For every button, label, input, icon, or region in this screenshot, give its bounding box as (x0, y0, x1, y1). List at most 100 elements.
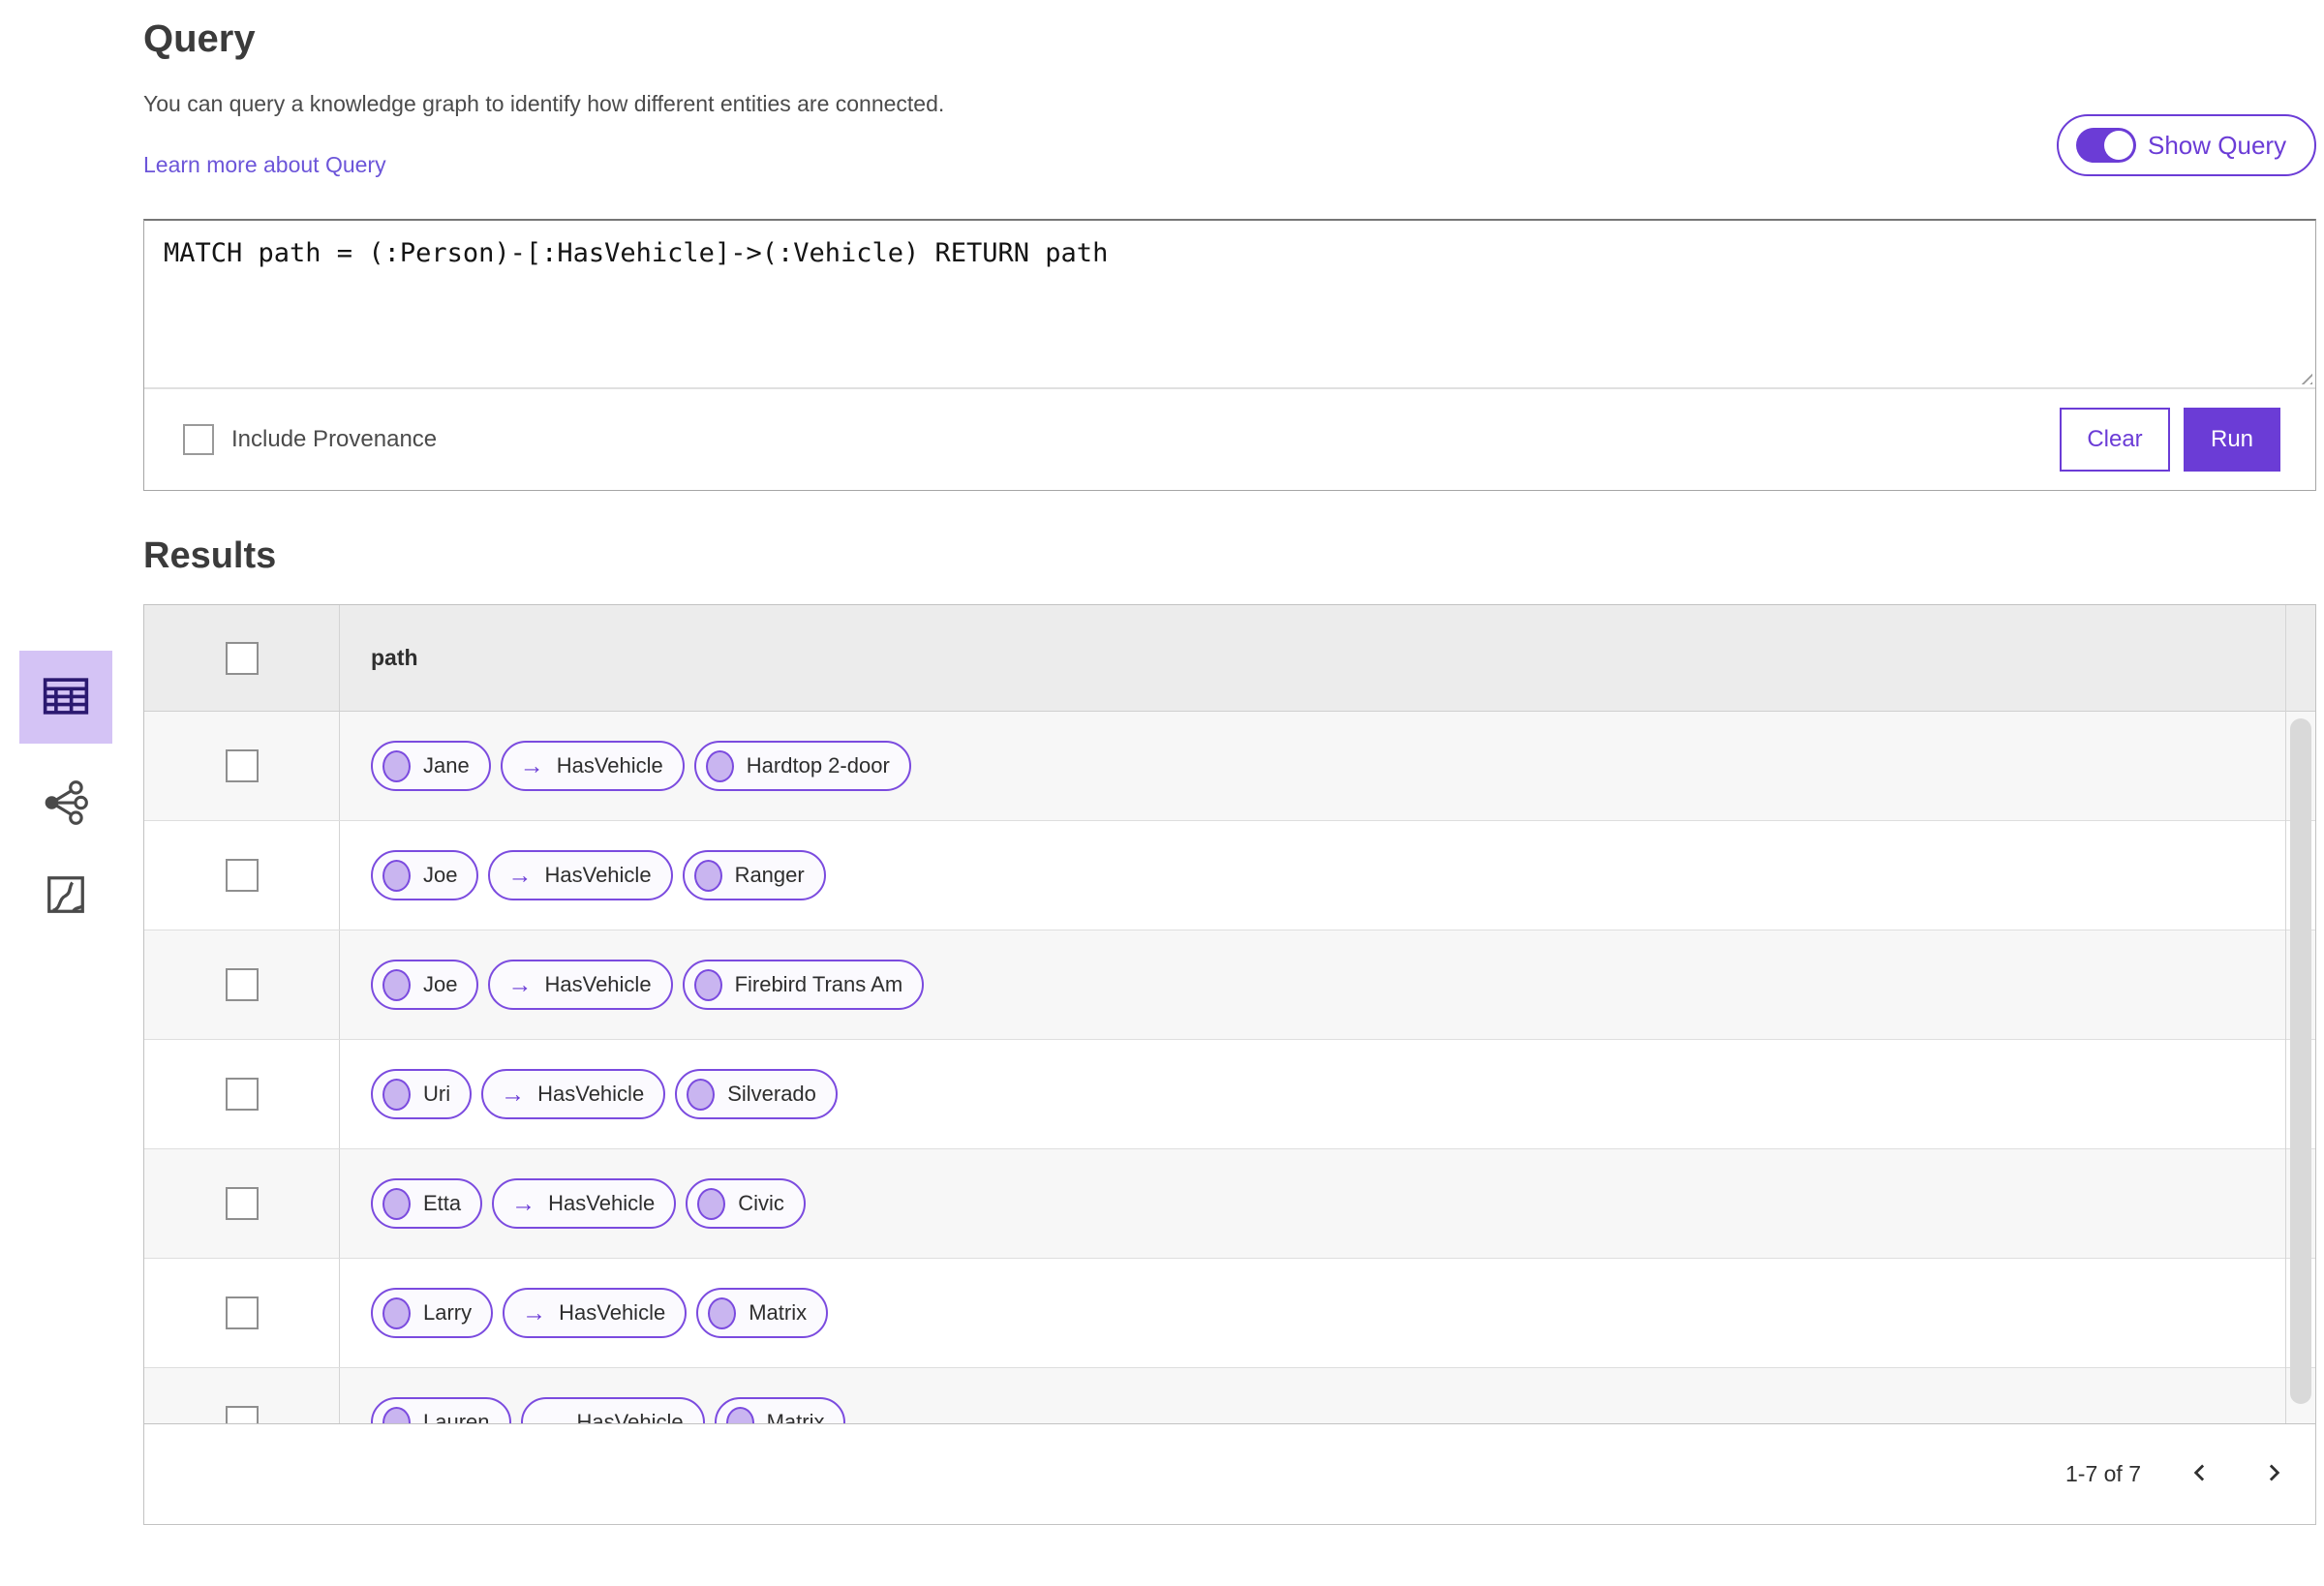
entity-pill-source[interactable]: Uri (371, 1069, 473, 1119)
entity-pill-source[interactable]: Etta (371, 1178, 483, 1229)
query-editor-wrap: MATCH path = (:Person)-[:HasVehicle]->(:… (144, 221, 2315, 389)
table-row: Joe → HasVehicle Firebird Trans Am (144, 930, 2315, 1040)
entity-label: Jane (423, 753, 470, 778)
query-input[interactable]: MATCH path = (:Person)-[:HasVehicle]->(:… (144, 221, 2315, 387)
node-circle-icon (697, 1187, 726, 1220)
scrollbar-thumb[interactable] (2290, 718, 2311, 1404)
relationship-pill[interactable]: → HasVehicle (503, 1288, 688, 1338)
entity-pill-target[interactable]: Matrix (714, 1397, 846, 1424)
row-select-cell (144, 1149, 340, 1258)
query-main: Query You can query a knowledge graph to… (143, 0, 2316, 1525)
node-circle-icon (382, 859, 411, 892)
relationship-label: HasVehicle (559, 1300, 666, 1325)
row-checkbox[interactable] (225, 1078, 259, 1111)
query-action-buttons: Clear Run (2060, 408, 2280, 472)
results-title: Results (143, 535, 277, 576)
row-select-cell (144, 1040, 340, 1148)
query-editor-footer: Include Provenance Clear Run (144, 389, 2315, 490)
include-provenance-label: Include Provenance (231, 426, 438, 452)
node-circle-icon (382, 1187, 411, 1220)
include-provenance-checkbox[interactable] (183, 424, 214, 455)
results-view-switcher (19, 651, 112, 920)
table-row: Joe → HasVehicle Ranger (144, 821, 2315, 930)
table-row: Lauren → HasVehicle Matrix (144, 1368, 2315, 1424)
entity-label: Uri (423, 1082, 451, 1106)
arrow-right-icon: → (539, 1408, 565, 1424)
link-chart-icon (42, 778, 90, 830)
entity-pill-source[interactable]: Larry (371, 1288, 494, 1338)
learn-more-link[interactable]: Learn more about Query (143, 152, 386, 178)
entity-pill-source[interactable]: Joe (371, 850, 479, 900)
entity-label: Matrix (749, 1300, 808, 1325)
map-icon (44, 872, 88, 920)
row-checkbox[interactable] (225, 968, 259, 1001)
select-all-cell (144, 605, 340, 711)
row-checkbox[interactable] (225, 1406, 259, 1423)
results-table-header: path (144, 605, 2315, 712)
entity-pill-target[interactable]: Silverado (675, 1069, 838, 1119)
map-view-button[interactable] (44, 872, 88, 920)
entity-pill-target[interactable]: Matrix (696, 1288, 829, 1338)
entity-pill-target[interactable]: Hardtop 2-door (693, 741, 911, 791)
node-circle-icon (382, 1406, 411, 1423)
relationship-pill[interactable]: → HasVehicle (488, 960, 673, 1010)
relationship-pill[interactable]: → HasVehicle (481, 1069, 666, 1119)
show-query-toggle[interactable]: Show Query (2057, 114, 2316, 176)
arrow-right-icon: → (522, 1298, 547, 1327)
entity-pill-target[interactable]: Civic (686, 1178, 806, 1229)
chevron-left-icon (2186, 1458, 2215, 1490)
entity-label: Silverado (727, 1082, 816, 1106)
path-column-header: path (371, 645, 418, 670)
node-circle-icon (693, 859, 722, 892)
entity-pill-target[interactable]: Firebird Trans Am (682, 960, 925, 1010)
run-button[interactable]: Run (2184, 408, 2280, 472)
relationship-pill[interactable]: → HasVehicle (520, 1397, 705, 1424)
node-circle-icon (382, 749, 411, 782)
relationship-label: HasVehicle (576, 1410, 684, 1424)
entity-label: Joe (423, 863, 458, 887)
row-select-cell (144, 930, 340, 1039)
row-checkbox[interactable] (225, 859, 259, 892)
row-checkbox[interactable] (225, 1187, 259, 1220)
arrow-right-icon: → (511, 1189, 536, 1217)
results-rows: Jane → HasVehicle Hardtop 2-door Joe → H… (144, 712, 2315, 1424)
relationship-pill[interactable]: → HasVehicle (488, 850, 673, 900)
arrow-right-icon: → (507, 861, 533, 889)
table-icon (40, 670, 92, 725)
pagination-next-button[interactable] (2259, 1458, 2288, 1490)
table-row: Etta → HasVehicle Civic (144, 1149, 2315, 1259)
row-checkbox[interactable] (225, 749, 259, 782)
pagination-prev-button[interactable] (2186, 1458, 2215, 1490)
page-title: Query (143, 17, 256, 60)
entity-pill-source[interactable]: Lauren (371, 1397, 511, 1424)
node-circle-icon (382, 1078, 411, 1111)
path-cell: Jane → HasVehicle Hardtop 2-door (340, 712, 2315, 820)
node-circle-icon (382, 968, 411, 1001)
row-select-cell (144, 712, 340, 820)
entity-label: Civic (738, 1191, 784, 1215)
table-row: Jane → HasVehicle Hardtop 2-door (144, 712, 2315, 821)
entity-label: Lauren (423, 1410, 490, 1424)
entity-label: Matrix (766, 1410, 825, 1424)
chevron-right-icon (2259, 1458, 2288, 1490)
table-row: Larry → HasVehicle Matrix (144, 1259, 2315, 1368)
clear-button[interactable]: Clear (2060, 408, 2170, 472)
entity-pill-source[interactable]: Joe (371, 960, 479, 1010)
include-provenance-option[interactable]: Include Provenance (183, 424, 437, 455)
entity-pill-target[interactable]: Ranger (682, 850, 826, 900)
select-all-checkbox[interactable] (225, 641, 259, 675)
entity-pill-source[interactable]: Jane (371, 741, 491, 791)
relationship-label: HasVehicle (537, 1082, 645, 1106)
relationship-pill[interactable]: → HasVehicle (500, 741, 685, 791)
relationship-label: HasVehicle (548, 1191, 656, 1215)
row-checkbox[interactable] (225, 1296, 259, 1329)
link-chart-view-button[interactable] (42, 778, 90, 830)
entity-label: Firebird Trans Am (734, 972, 903, 996)
query-page: Query You can query a knowledge graph to… (0, 0, 2324, 1586)
table-view-button[interactable] (19, 651, 112, 744)
relationship-pill[interactable]: → HasVehicle (492, 1178, 677, 1229)
query-editor-panel: MATCH path = (:Person)-[:HasVehicle]->(:… (143, 219, 2316, 491)
table-scrollbar[interactable] (2285, 605, 2315, 1423)
node-circle-icon (382, 1296, 411, 1329)
path-cell: Lauren → HasVehicle Matrix (340, 1368, 2315, 1424)
